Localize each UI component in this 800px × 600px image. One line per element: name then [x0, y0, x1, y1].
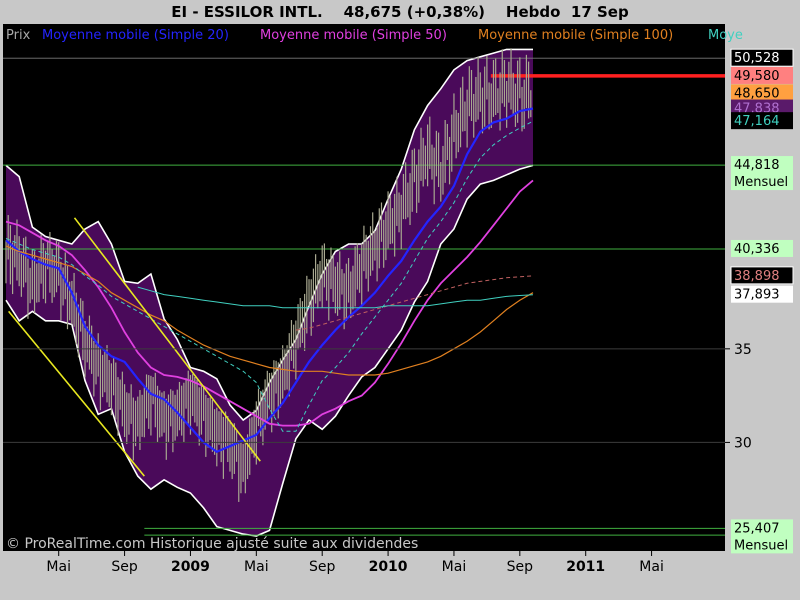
price-label-value: 38,898	[734, 269, 780, 284]
x-tick-label: Mai	[46, 559, 71, 575]
price-chart[interactable]: 35 30 Mai Sep 2009 Mai Sep 2010 Mai Sep 2011 Mai 5…	[0, 0, 800, 600]
price-label-value: 49,580	[734, 69, 780, 84]
legend: Prix Moyenne mobile (Simple 20) Moyenne mo…	[6, 28, 743, 43]
price-label-value: 25,407	[734, 521, 780, 536]
price-label-value: 50,528	[734, 51, 780, 66]
x-tick-label: Mai	[639, 559, 664, 575]
legend-item: Prix	[6, 28, 31, 43]
legend-item: Moye	[708, 28, 743, 43]
x-tick-label: Mai	[244, 559, 269, 575]
x-tick-label: 2011	[566, 559, 605, 575]
price-labels: 50,52849,58048,65047,83847,16444,818Mens…	[730, 48, 794, 554]
watermark: © ProRealTime.com Historique ajusté suit…	[6, 536, 418, 552]
price-label-value: 48,650	[734, 86, 780, 101]
price-label-value: 47,164	[734, 114, 780, 129]
x-tick-label: Sep	[507, 559, 534, 575]
y-tick-label: 35	[734, 342, 752, 358]
x-tick-label: Sep	[309, 559, 336, 575]
x-tick-label: 2010	[369, 559, 408, 575]
price-label-sub: Mensuel	[734, 175, 788, 190]
price-label-value: 44,818	[734, 158, 780, 173]
legend-item: Moyenne mobile (Simple 20)	[42, 28, 229, 43]
x-axis: Mai Sep 2009 Mai Sep 2010 Mai Sep 2011 Mai	[46, 551, 664, 575]
x-tick-label: Sep	[111, 559, 138, 575]
legend-item: Moyenne mobile (Simple 100)	[478, 28, 673, 43]
x-tick-label: Mai	[442, 559, 467, 575]
price-label-value: 37,893	[734, 288, 780, 303]
chart-title: EI - ESSILOR INTL. 48,675 (+0,38%) Hebdo…	[171, 3, 629, 21]
legend-item: Moyenne mobile (Simple 50)	[260, 28, 447, 43]
price-label-value: 40,336	[734, 242, 780, 257]
price-label-sub: Mensuel	[734, 538, 788, 553]
y-tick-label: 30	[734, 435, 752, 451]
x-tick-label: 2009	[171, 559, 210, 575]
